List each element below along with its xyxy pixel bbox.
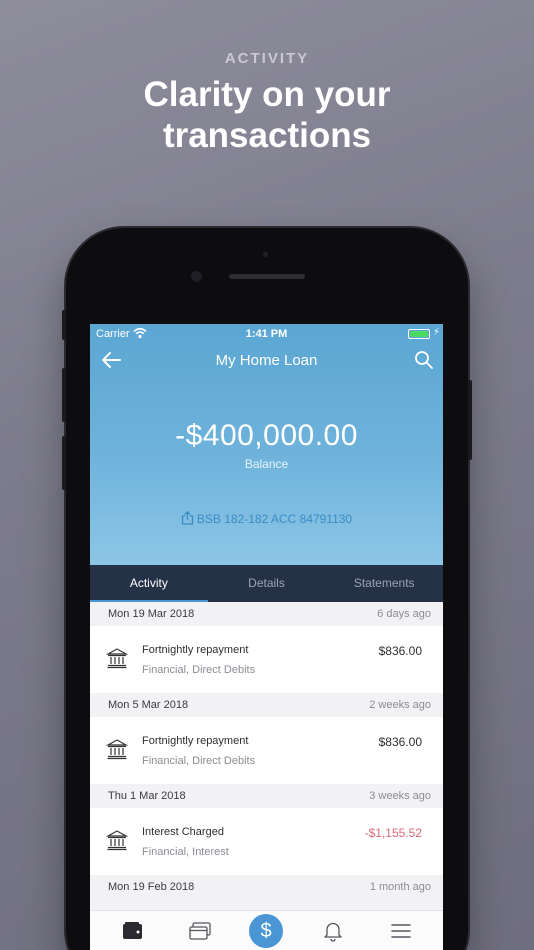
- transaction-title: Fortnightly repayment: [142, 735, 249, 747]
- transaction-title: Fortnightly repayment: [142, 644, 249, 656]
- mute-switch: [62, 310, 66, 340]
- transaction-category: Financial, Direct Debits: [142, 755, 256, 767]
- date-label: Mon 19 Mar 2018: [108, 608, 195, 620]
- status-bar: Carrier 1:41 PM ⚡: [90, 324, 443, 344]
- transaction-amount: -$1,155.52: [364, 826, 422, 840]
- dollar-icon[interactable]: $: [249, 914, 283, 948]
- cards-icon[interactable]: [188, 920, 212, 942]
- share-icon: [181, 511, 194, 525]
- date-header: Mon 19 Feb 2018 1 month ago: [90, 875, 443, 899]
- sensor-dot: [263, 252, 268, 257]
- account-details-text: BSB 182-182 ACC 84791130: [196, 512, 353, 526]
- tab-statements[interactable]: Statements: [325, 565, 443, 602]
- promo-title-line-2: transactions: [162, 116, 372, 155]
- date-header: Mon 19 Mar 2018 6 days ago: [90, 602, 443, 626]
- balance-label: Balance: [244, 457, 289, 471]
- date-label: Mon 19 Feb 2018: [108, 881, 195, 893]
- status-time: 1:41 PM: [245, 328, 288, 340]
- battery-icon: [408, 329, 430, 339]
- promo-title-line-1: Clarity on your: [143, 75, 391, 114]
- bottom-tab-bar: $: [90, 910, 443, 950]
- account-tabs: Activity Details Statements: [90, 565, 443, 602]
- charging-bolt-icon: ⚡: [433, 327, 441, 338]
- relative-date: 6 days ago: [377, 608, 431, 620]
- date-header: Mon 5 Mar 2018 2 weeks ago: [90, 693, 443, 717]
- date-header: Thu 1 Mar 2018 3 weeks ago: [90, 784, 443, 808]
- transaction-amount: $836.00: [378, 735, 422, 749]
- transaction-amount: $836.00: [378, 644, 422, 658]
- bank-icon: [106, 830, 128, 851]
- relative-date: 3 weeks ago: [369, 790, 431, 802]
- transaction-category: Financial, Interest: [142, 846, 229, 858]
- activity-list: Mon 19 Mar 2018 6 days ago Fortnightly r…: [90, 602, 443, 899]
- tab-activity[interactable]: Activity: [90, 565, 208, 602]
- relative-date: 1 month ago: [369, 881, 431, 893]
- date-label: Thu 1 Mar 2018: [108, 790, 186, 802]
- account-header: Carrier 1:41 PM ⚡ My Home Loan -$400,000…: [90, 324, 443, 565]
- volume-up-button: [62, 368, 66, 422]
- wallet-icon[interactable]: [121, 920, 145, 942]
- bank-icon: [106, 648, 128, 669]
- account-details-share[interactable]: BSB 182-182 ACC 84791130: [90, 511, 443, 526]
- app-screen: Carrier 1:41 PM ⚡ My Home Loan -$400,000…: [90, 324, 443, 950]
- tab-details[interactable]: Details: [208, 565, 326, 602]
- page-title: My Home Loan: [215, 352, 318, 369]
- menu-icon[interactable]: [389, 920, 413, 942]
- volume-down-button: [62, 436, 66, 490]
- date-label: Mon 5 Mar 2018: [108, 699, 189, 711]
- search-icon[interactable]: [414, 350, 434, 370]
- transaction-row[interactable]: Fortnightly repayment Financial, Direct …: [90, 717, 443, 784]
- bell-icon[interactable]: [321, 920, 345, 942]
- balance-amount: -$400,000.00: [175, 419, 358, 452]
- transaction-category: Financial, Direct Debits: [142, 664, 256, 676]
- transaction-title: Interest Charged: [142, 826, 224, 838]
- front-camera: [191, 271, 202, 282]
- bank-icon: [106, 739, 128, 760]
- relative-date: 2 weeks ago: [369, 699, 431, 711]
- earpiece-speaker: [229, 274, 305, 279]
- transaction-row[interactable]: Fortnightly repayment Financial, Direct …: [90, 626, 443, 693]
- promo-title: Clarity on your transactions: [0, 74, 534, 156]
- promo-kicker: ACTIVITY: [224, 50, 310, 67]
- transaction-row[interactable]: Interest Charged Financial, Interest -$1…: [90, 808, 443, 875]
- power-button: [468, 380, 472, 460]
